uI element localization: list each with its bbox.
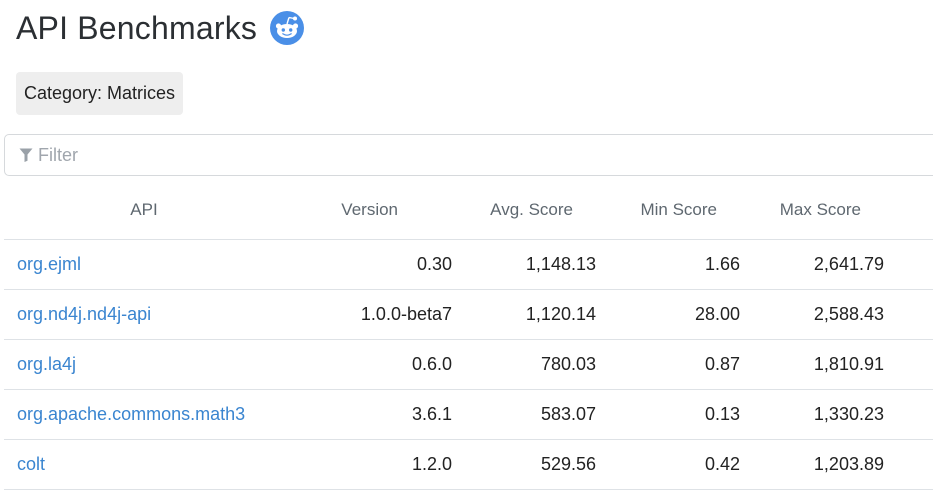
table-header: API Version Avg. Score Min Score Max Sco… bbox=[4, 180, 933, 240]
avg-score-cell: 529.56 bbox=[540, 454, 596, 474]
column-header-avg-score[interactable]: Avg. Score bbox=[452, 200, 596, 220]
avg-score-cell: 1,120.14 bbox=[525, 304, 596, 324]
max-score-cell: 2,641.79 bbox=[813, 254, 884, 274]
api-cell: org.nd4j.nd4j-api bbox=[4, 304, 284, 325]
api-cell: org.la4j bbox=[4, 354, 284, 375]
reddit-icon[interactable] bbox=[270, 11, 305, 45]
max-score-cell: 2,588.43 bbox=[813, 304, 884, 324]
version-cell: 3.6.1 bbox=[411, 404, 452, 424]
api-link[interactable]: org.la4j bbox=[17, 354, 76, 374]
api-link[interactable]: org.apache.commons.math3 bbox=[17, 404, 245, 424]
api-link[interactable]: colt bbox=[17, 454, 45, 474]
min-score-cell: 28.00 bbox=[694, 304, 740, 324]
table-row: org.apache.commons.math3 3.6.1 583.07 0.… bbox=[4, 390, 933, 440]
filter-icon bbox=[19, 147, 33, 163]
version-cell: 1.0.0-beta7 bbox=[360, 304, 452, 324]
table-row: org.ejml 0.30 1,148.13 1.66 2,641.79 bbox=[4, 240, 933, 290]
column-header-api[interactable]: API bbox=[4, 200, 284, 220]
version-cell: 1.2.0 bbox=[411, 454, 452, 474]
filter-box[interactable] bbox=[4, 134, 933, 176]
api-cell: org.apache.commons.math3 bbox=[4, 404, 284, 425]
table-row: org.la4j 0.6.0 780.03 0.87 1,810.91 bbox=[4, 340, 933, 390]
table-row: colt 1.2.0 529.56 0.42 1,203.89 bbox=[4, 440, 933, 490]
page-title: API Benchmarks bbox=[16, 9, 258, 46]
min-score-cell: 0.42 bbox=[704, 454, 740, 474]
max-score-cell: 1,203.89 bbox=[813, 454, 884, 474]
min-score-cell: 1.66 bbox=[704, 254, 740, 274]
avg-score-cell: 780.03 bbox=[540, 354, 596, 374]
min-score-cell: 0.13 bbox=[704, 404, 740, 424]
version-cell: 0.6.0 bbox=[411, 354, 452, 374]
api-cell: colt bbox=[4, 454, 284, 475]
title-row: API Benchmarks bbox=[16, 8, 305, 48]
version-cell: 0.30 bbox=[416, 254, 452, 274]
avg-score-cell: 583.07 bbox=[540, 404, 596, 424]
column-header-min-score[interactable]: Min Score bbox=[596, 200, 740, 220]
max-score-cell: 1,330.23 bbox=[813, 404, 884, 424]
table-row: org.nd4j.nd4j-api 1.0.0-beta7 1,120.14 2… bbox=[4, 290, 933, 340]
avg-score-cell: 1,148.13 bbox=[525, 254, 596, 274]
max-score-cell: 1,810.91 bbox=[813, 354, 884, 374]
api-link[interactable]: org.nd4j.nd4j-api bbox=[17, 304, 151, 324]
min-score-cell: 0.87 bbox=[704, 354, 740, 374]
column-header-version[interactable]: Version bbox=[284, 200, 452, 220]
benchmarks-table: API Version Avg. Score Min Score Max Sco… bbox=[4, 180, 933, 490]
filter-input[interactable] bbox=[38, 144, 898, 166]
api-cell: org.ejml bbox=[4, 254, 284, 275]
category-badge: Category: Matrices bbox=[16, 72, 184, 115]
column-header-max-score[interactable]: Max Score bbox=[740, 200, 884, 220]
benchmarks-page: API Benchmarks Category: Matrices Filter… bbox=[0, 0, 933, 491]
api-link[interactable]: org.ejml bbox=[17, 254, 81, 274]
